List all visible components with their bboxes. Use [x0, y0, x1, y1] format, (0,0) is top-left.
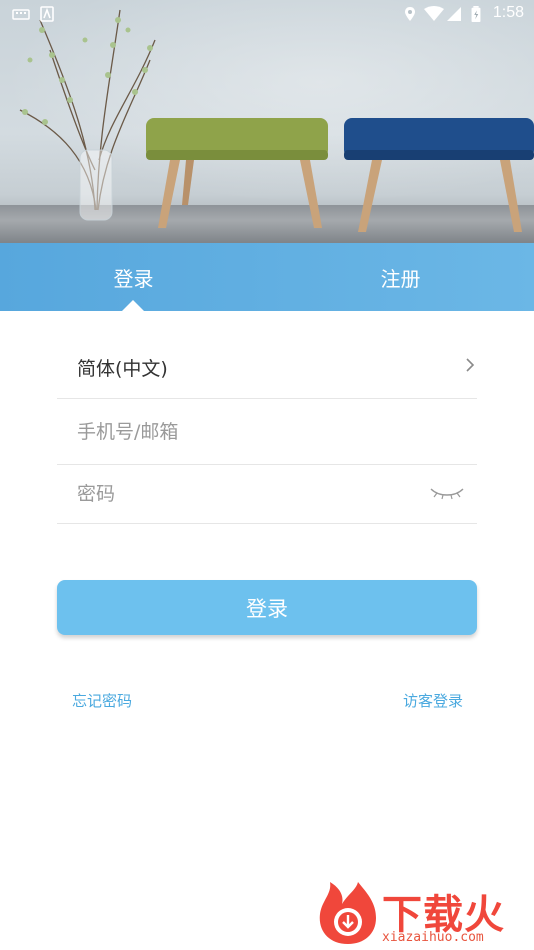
guest-login-link[interactable]: 访客登录 [403, 690, 463, 711]
active-tab-indicator [122, 300, 144, 311]
language-selector[interactable]: 简体(中文) [57, 333, 477, 399]
signal-icon [447, 7, 461, 21]
keyboard-icon [12, 9, 30, 20]
watermark-url: xiazaihuo.com [382, 930, 484, 945]
clock-time: 1:58 [492, 4, 524, 21]
accessibility-icon [40, 6, 54, 22]
language-label: 简体(中文) [77, 358, 168, 380]
leaf-buds [22, 17, 153, 125]
phone-email-row [57, 399, 477, 465]
auth-tabs: 登录 注册 [0, 243, 534, 311]
wifi-icon [424, 6, 444, 21]
eye-closed-icon[interactable] [429, 485, 465, 501]
blue-bench [344, 118, 534, 232]
furniture-illustration [19, 9, 534, 232]
battery-icon [471, 6, 481, 22]
phone-email-input[interactable] [77, 399, 437, 464]
green-bench [146, 118, 328, 228]
watermark-logo: 下载火 xiazaihuo.com [316, 880, 534, 950]
login-button[interactable]: 登录 [57, 580, 477, 635]
status-bar: 1:58 [0, 0, 534, 28]
password-row [57, 465, 477, 524]
location-icon [405, 7, 415, 21]
flame-download-icon [319, 882, 376, 944]
forgot-password-link[interactable]: 忘记密码 [72, 690, 132, 711]
password-input[interactable] [77, 465, 437, 523]
tab-register[interactable]: 注册 [267, 243, 534, 311]
hero-image [0, 0, 534, 243]
chevron-right-icon [466, 358, 475, 372]
glass-vase [79, 149, 113, 221]
